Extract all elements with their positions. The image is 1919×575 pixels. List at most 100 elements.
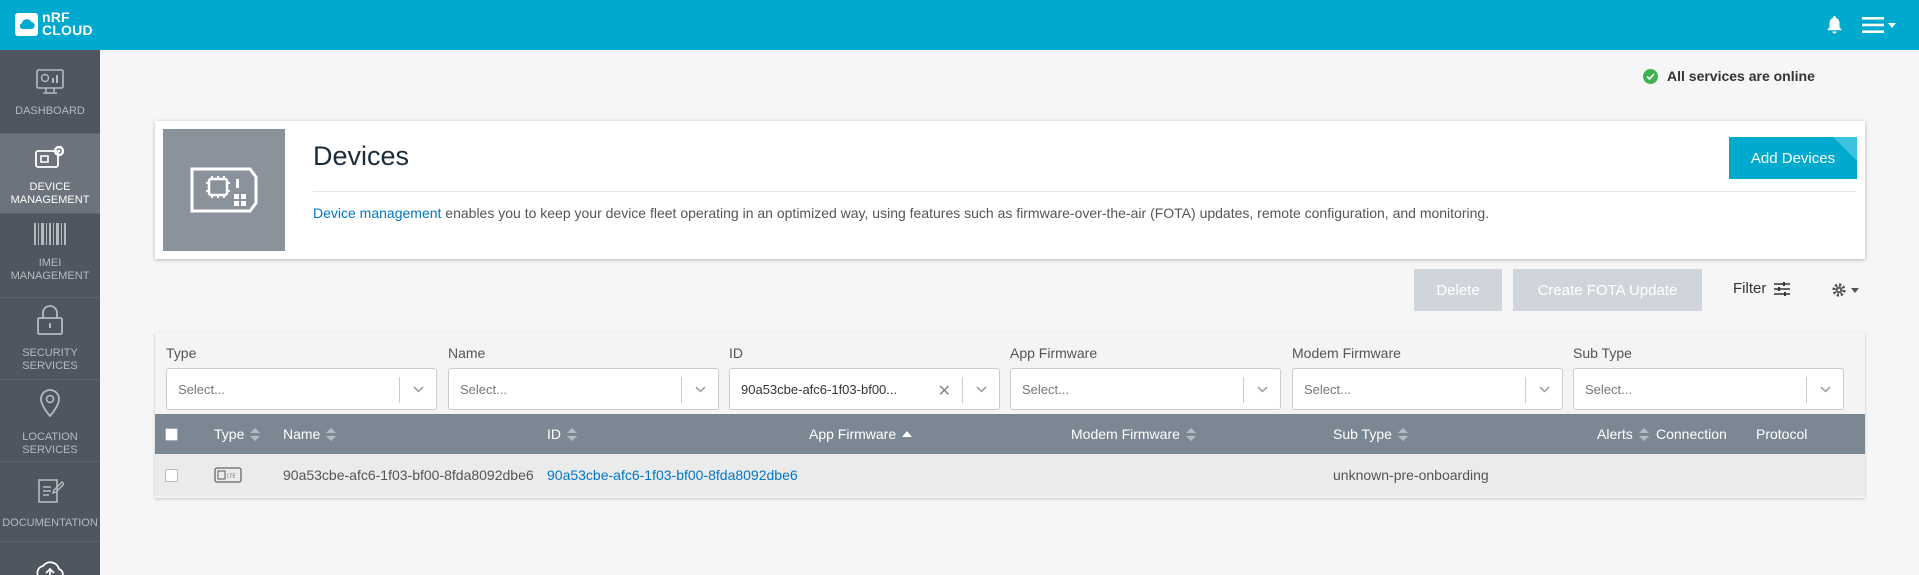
settings-gear-icon[interactable] [1831, 282, 1859, 298]
filter-id-select[interactable]: 90a53cbe-afc6-1f03-bf00... ✕ [729, 368, 1000, 410]
filter-app-firmware-select[interactable]: Select... [1010, 368, 1281, 410]
filter-sliders-icon [1774, 281, 1791, 296]
cloud-logo-icon [15, 12, 38, 36]
column-header-modem-firmware[interactable]: Modem Firmware [1071, 414, 1196, 454]
chevron-down-icon[interactable] [975, 383, 988, 396]
sidebar-item-documentation[interactable]: DOCUMENTATION [0, 462, 100, 542]
filter-sub-type-label: Sub Type [1573, 345, 1632, 361]
sidebar-label-location-1: LOCATION [22, 431, 78, 443]
sort-icon [250, 427, 261, 441]
column-type-label: Type [214, 426, 245, 442]
barcode-icon [33, 222, 67, 251]
sidebar-item-imei-management[interactable]: IMEI MANAGEMENT [0, 214, 100, 298]
row-sub-type-cell: unknown-pre-onboarding [1333, 467, 1489, 483]
status-check-icon [1643, 68, 1658, 84]
filter-type-label: Type [166, 345, 197, 361]
column-header-id[interactable]: ID [547, 414, 577, 454]
sidebar-label-imei-2: MANAGEMENT [10, 270, 90, 282]
sidebar-item-location-services[interactable]: LOCATION SERVICES [0, 380, 100, 462]
column-header-protocol[interactable]: Protocol [1756, 414, 1807, 454]
chevron-down-icon[interactable] [1256, 383, 1269, 396]
lte-badge-text: LTE [227, 474, 236, 480]
sort-icon [1638, 427, 1649, 441]
hamburger-menu-icon[interactable] [1862, 17, 1896, 33]
page-description: Device management enables you to keep yo… [313, 205, 1489, 221]
create-fota-update-button[interactable]: Create FOTA Update [1513, 269, 1702, 311]
filter-app-firmware-label: App Firmware [1010, 345, 1098, 361]
filter-modem-firmware-select[interactable]: Select... [1292, 368, 1563, 410]
filter-name-select[interactable]: Select... [448, 368, 719, 410]
filter-sub-type-select[interactable]: Select... [1573, 368, 1844, 410]
filter-modem-firmware: Modem Firmware Select... [1292, 345, 1563, 410]
row-type-cell: LTE [214, 454, 242, 496]
filter-id: ID 90a53cbe-afc6-1f03-bf00... ✕ [729, 345, 1000, 410]
filter-modem-firmware-label: Modem Firmware [1292, 345, 1401, 361]
filter-type-select[interactable]: Select... [166, 368, 437, 410]
sidebar-label-device-2: MANAGEMENT [10, 194, 90, 206]
notifications-bell-icon[interactable] [1826, 15, 1843, 40]
column-id-label: ID [547, 426, 561, 442]
column-header-name[interactable]: Name [283, 414, 337, 454]
chevron-down-icon[interactable] [412, 383, 425, 396]
devices-table-card: Type Select... Name Select... ID 90a53cb… [155, 332, 1865, 498]
column-header-type[interactable]: Type [214, 414, 261, 454]
column-modem-firmware-label: Modem Firmware [1071, 426, 1180, 442]
sort-icon [326, 427, 337, 441]
sidebar-item-cloud-partial[interactable] [0, 542, 100, 575]
table-row[interactable]: LTE 90a53cbe-afc6-1f03-bf00-8fda8092dbe6… [155, 454, 1865, 496]
column-alerts-label: Alerts [1597, 426, 1633, 442]
device-board-icon [190, 167, 258, 213]
column-app-firmware-label: App Firmware [809, 426, 897, 442]
sidebar-label-documentation: DOCUMENTATION [2, 517, 98, 529]
lte-device-icon: LTE [214, 467, 242, 483]
cloud-upload-icon [33, 560, 67, 575]
add-devices-button[interactable]: Add Devices [1729, 137, 1857, 179]
row-id-link[interactable]: 90a53cbe-afc6-1f03-bf00-8fda8092dbe6 [547, 454, 798, 496]
sidebar-item-device-management[interactable]: DEVICE MANAGEMENT [0, 134, 100, 214]
filter-app-firmware-placeholder: Select... [1022, 381, 1069, 397]
chevron-down-icon[interactable] [694, 383, 707, 396]
page-title: Devices [313, 141, 410, 171]
filter-name-placeholder: Select... [460, 381, 507, 397]
filter-button[interactable]: Filter [1733, 280, 1791, 297]
select-all-checkbox[interactable] [165, 427, 178, 441]
sidebar-item-security-services[interactable]: SECURITY SERVICES [0, 298, 100, 380]
description-text: enables you to keep your device fleet op… [441, 205, 1490, 221]
column-header-sub-type[interactable]: Sub Type [1333, 414, 1408, 454]
table-header: Type Name ID App Firmware Modem Firmware… [155, 414, 1865, 454]
column-header-connection[interactable]: Connection [1656, 414, 1727, 454]
sidebar-item-dashboard[interactable]: DASHBOARD [0, 50, 100, 134]
padlock-icon [35, 304, 65, 341]
column-connection-label: Connection [1656, 426, 1727, 442]
top-bar: nRF CLOUD [0, 0, 1919, 50]
row-checkbox[interactable] [165, 468, 178, 482]
location-pin-icon [38, 388, 62, 425]
sidebar-label-dashboard: DASHBOARD [15, 105, 85, 117]
sidebar-label-imei-1: IMEI [38, 257, 62, 269]
filter-sub-type-placeholder: Select... [1585, 381, 1632, 397]
sidebar-label-security-1: SECURITY [22, 347, 78, 359]
devices-header-card: Devices Device management enables you to… [155, 121, 1865, 259]
chevron-down-icon[interactable] [1538, 383, 1551, 396]
clear-x-icon[interactable]: ✕ [938, 381, 951, 401]
filter-app-firmware: App Firmware Select... [1010, 345, 1281, 410]
column-protocol-label: Protocol [1756, 426, 1808, 442]
filter-modem-firmware-placeholder: Select... [1304, 381, 1351, 397]
sort-icon [1397, 427, 1408, 441]
delete-button[interactable]: Delete [1414, 269, 1502, 311]
sort-icon [567, 427, 577, 441]
filter-label: Filter [1733, 280, 1767, 297]
sidebar-label-security-2: SERVICES [22, 360, 78, 372]
column-header-app-firmware[interactable]: App Firmware [809, 414, 913, 454]
column-name-label: Name [283, 426, 321, 442]
column-sub-type-label: Sub Type [1333, 426, 1392, 442]
nrf-cloud-logo[interactable]: nRF CLOUD [15, 10, 93, 37]
settings-caret-icon [1851, 287, 1859, 293]
device-management-link[interactable]: Device management [313, 205, 441, 221]
status-text: All services are online [1667, 68, 1815, 84]
service-status: All services are online [1643, 68, 1815, 84]
column-header-alerts[interactable]: Alerts [1597, 414, 1649, 454]
chevron-down-icon[interactable] [1819, 383, 1832, 396]
menu-caret-icon [1888, 22, 1896, 28]
row-name-cell: 90a53cbe-afc6-1f03-bf00-8fda8092dbe6 [283, 467, 534, 483]
